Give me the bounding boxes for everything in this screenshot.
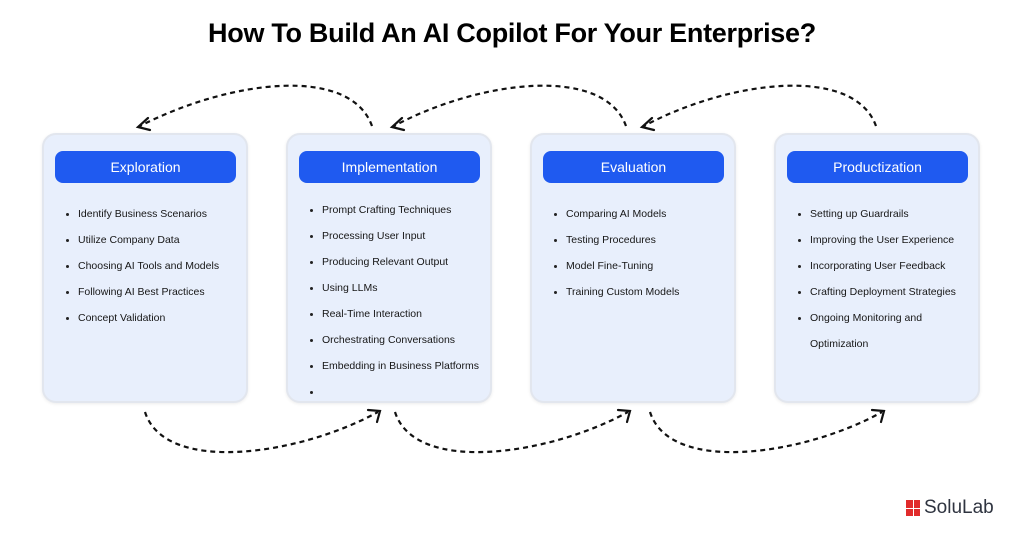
list-item: Following AI Best Practices (66, 279, 219, 305)
list-item: Embedding in Business Platforms (310, 353, 479, 379)
list-item: Training Custom Models (554, 279, 679, 305)
arrowhead-back-2 (389, 116, 406, 132)
arrow-back-2 (393, 84, 628, 127)
list-item: Setting up Guardrails (798, 201, 956, 227)
list-item: Processing User Input (310, 223, 479, 249)
stage-card-exploration: Exploration Identify Business Scenarios … (42, 133, 248, 403)
list-item: Testing Procedures (554, 227, 679, 253)
list-item: Prompt Crafting Techniques (310, 197, 479, 223)
arrow-back-1 (139, 84, 374, 127)
arrowhead-back-3 (639, 116, 656, 132)
list-item: Concept Validation (66, 305, 219, 331)
list-item (310, 379, 479, 405)
stage-card-evaluation: Evaluation Comparing AI Models Testing P… (530, 133, 736, 403)
stage-items: Prompt Crafting Techniques Processing Us… (310, 197, 479, 405)
solulab-logo: SoluLab (906, 497, 994, 519)
list-item: Crafting Deployment Strategies (798, 279, 956, 305)
list-item: Choosing AI Tools and Models (66, 253, 219, 279)
stage-header: Exploration (55, 151, 236, 183)
stage-items: Identify Business Scenarios Utilize Comp… (66, 201, 219, 331)
list-item: Ongoing Monitoring and (798, 305, 956, 331)
list-item: Producing Relevant Output (310, 249, 479, 275)
list-item: Comparing AI Models (554, 201, 679, 227)
logo-text: SoluLab (924, 497, 994, 518)
stage-items: Comparing AI Models Testing Procedures M… (554, 201, 679, 305)
stage-header: Productization (787, 151, 968, 183)
list-item: Identify Business Scenarios (66, 201, 219, 227)
arrowhead-back-1 (135, 116, 152, 132)
stage-card-productization: Productization Setting up Guardrails Imp… (774, 133, 980, 403)
arrow-back-3 (643, 84, 878, 127)
stage-header: Implementation (299, 151, 480, 183)
stage-header: Evaluation (543, 151, 724, 183)
stage-card-implementation: Implementation Prompt Crafting Technique… (286, 133, 492, 403)
list-item: Model Fine-Tuning (554, 253, 679, 279)
list-item: Real-Time Interaction (310, 301, 479, 327)
list-item: Orchestrating Conversations (310, 327, 479, 353)
arrow-fwd-3 (648, 411, 883, 454)
stage-items: Setting up Guardrails Improving the User… (798, 201, 956, 357)
list-item: Improving the User Experience (798, 227, 956, 253)
list-item: Incorporating User Feedback (798, 253, 956, 279)
arrow-fwd-2 (393, 411, 629, 454)
list-item: Using LLMs (310, 275, 479, 301)
list-item-continuation: Optimization (810, 338, 869, 350)
arrow-fwd-1 (143, 411, 379, 454)
logo-mark-icon (906, 500, 920, 516)
list-item: Utilize Company Data (66, 227, 219, 253)
